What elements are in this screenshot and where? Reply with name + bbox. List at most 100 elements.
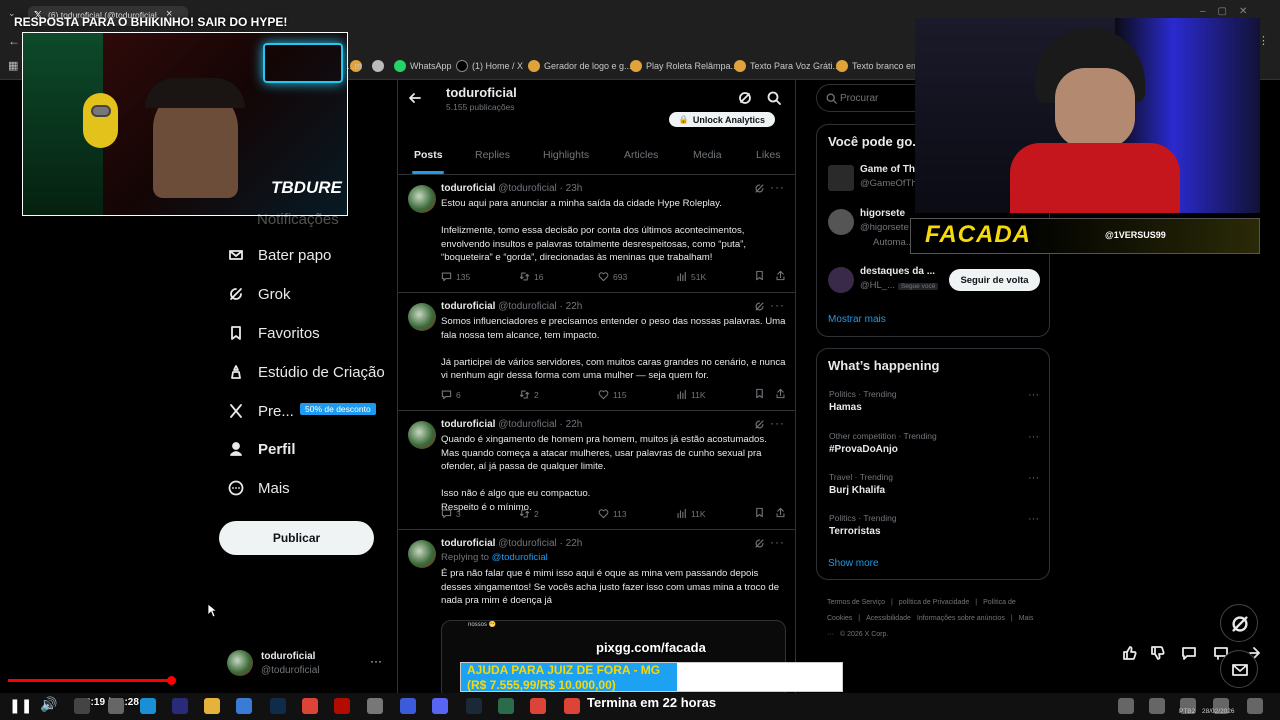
- monitor-icon[interactable]: [400, 698, 416, 714]
- tab-media[interactable]: Media: [693, 149, 722, 161]
- replies-button[interactable]: 135: [441, 271, 470, 282]
- tab-posts[interactable]: Posts: [414, 149, 443, 161]
- views-button[interactable]: 11K: [676, 508, 706, 519]
- captions-icon[interactable]: [1149, 698, 1165, 714]
- grok-icon[interactable]: [738, 91, 752, 105]
- like-video-icon[interactable]: [1122, 645, 1138, 661]
- nav-item-mais[interactable]: Mais: [228, 473, 290, 503]
- suggested-user-avatar[interactable]: [828, 165, 854, 191]
- nav-item-pre-[interactable]: Pre...: [228, 396, 294, 426]
- taskbar-date[interactable]: 28/02/2026: [1202, 708, 1235, 715]
- footer-link[interactable]: Acessibilidade: [866, 615, 911, 622]
- window-controls[interactable]: –▢✕: [1200, 6, 1259, 17]
- share-icon[interactable]: [775, 388, 786, 399]
- tweet-avatar[interactable]: [408, 303, 436, 331]
- bookmark-4[interactable]: Gerador de logo e g...: [544, 61, 632, 71]
- tweet-more-icon[interactable]: ···: [770, 180, 785, 194]
- chrome-icon-3[interactable]: [564, 698, 580, 714]
- file-explorer-icon[interactable]: [204, 698, 220, 714]
- nav-item-bater-papo[interactable]: Bater papo: [228, 240, 331, 270]
- terminal-icon[interactable]: [498, 698, 514, 714]
- tweet[interactable]: toduroficial @toduroficial · 23h ··· Estou…: [398, 175, 795, 293]
- discord-icon[interactable]: [432, 698, 448, 714]
- reposts-button[interactable]: 2: [519, 508, 539, 519]
- tab-articles[interactable]: Articles: [624, 149, 658, 161]
- tweet-author[interactable]: toduroficial @toduroficial · 22h: [441, 538, 582, 549]
- steam-icon[interactable]: [466, 698, 482, 714]
- search-icon[interactable]: [767, 91, 781, 105]
- grok-icon[interactable]: [754, 301, 765, 312]
- bookmark-0[interactable]: ...m: [347, 61, 362, 71]
- trend-item[interactable]: Politics · Trending Hamas ···: [817, 389, 1049, 425]
- bookmark-2[interactable]: WhatsApp: [410, 61, 452, 71]
- tweet-more-icon[interactable]: ···: [770, 298, 785, 312]
- unlock-analytics-button[interactable]: 🔒 Unlock Analytics: [669, 112, 775, 127]
- account-avatar[interactable]: [227, 650, 253, 676]
- tweet-avatar[interactable]: [408, 540, 436, 568]
- footer-link[interactable]: Informações sobre anúncios: [917, 615, 1005, 622]
- bookmark-icon[interactable]: [754, 507, 765, 518]
- widgets-icon[interactable]: [108, 698, 124, 714]
- bookmark-5[interactable]: Play Roleta Relâmpa...: [646, 61, 738, 71]
- tab-likes[interactable]: Likes: [756, 149, 781, 161]
- show-more-link[interactable]: Mostrar mais: [828, 314, 886, 325]
- search-box[interactable]: Procurar: [816, 84, 926, 112]
- views-button[interactable]: 51K: [676, 271, 706, 282]
- grok-icon[interactable]: [754, 419, 765, 430]
- views-button[interactable]: 11K: [676, 389, 706, 400]
- video-progress-knob[interactable]: [166, 676, 176, 685]
- nav-item-est-dio-de-cria-o[interactable]: Estúdio de Criação: [228, 357, 385, 387]
- tweet-author[interactable]: toduroficial @toduroficial · 22h: [441, 419, 582, 430]
- reposts-button[interactable]: 16: [519, 271, 543, 282]
- tweet[interactable]: toduroficial @toduroficial · 22h ··· Quand…: [398, 411, 795, 530]
- grok-icon[interactable]: [754, 538, 765, 549]
- store-icon[interactable]: [236, 698, 252, 714]
- tweet[interactable]: toduroficial @toduroficial · 22h ··· Somos…: [398, 293, 795, 411]
- tweet-author[interactable]: toduroficial @toduroficial · 22h: [441, 301, 582, 312]
- trend-item[interactable]: Other competition · Trending #ProvaDoAnjo…: [817, 431, 1049, 467]
- chrome-icon-2[interactable]: [530, 698, 546, 714]
- recorder-icon[interactable]: [367, 698, 383, 714]
- suggested-user-avatar[interactable]: [828, 267, 854, 293]
- back-arrow-icon[interactable]: [408, 91, 422, 105]
- likes-button[interactable]: 693: [598, 271, 627, 282]
- likes-button[interactable]: 115: [598, 389, 627, 400]
- fullscreen-icon[interactable]: [1247, 698, 1263, 714]
- trend-item[interactable]: Travel · Trending Burj Khalifa ···: [817, 472, 1049, 508]
- follow-back-button[interactable]: Seguir de volta: [949, 269, 1040, 291]
- nav-partial-item[interactable]: Notificações: [257, 211, 339, 228]
- trend-more-icon[interactable]: ···: [1028, 472, 1039, 484]
- volume-icon[interactable]: 🔊: [40, 696, 57, 713]
- grok-icon[interactable]: [754, 183, 765, 194]
- likes-button[interactable]: 113: [598, 508, 627, 519]
- bookmark-icon[interactable]: [754, 270, 765, 281]
- tweet-avatar[interactable]: [408, 421, 436, 449]
- grok-floating-button[interactable]: [1220, 604, 1258, 642]
- bookmark-3[interactable]: (1) Home / X: [472, 61, 523, 71]
- tweet-avatar[interactable]: [408, 185, 436, 213]
- bookmark-icon[interactable]: [754, 388, 765, 399]
- acrobat-icon[interactable]: [334, 698, 350, 714]
- nav-item-favoritos[interactable]: Favoritos: [228, 318, 320, 348]
- tab-replies[interactable]: Replies: [475, 149, 510, 161]
- wifi-icon[interactable]: [1118, 698, 1134, 714]
- footer-link[interactable]: Termos de Serviço: [827, 599, 885, 606]
- chrome-icon[interactable]: [302, 698, 318, 714]
- trend-item[interactable]: Politics · Trending Terroristas ···: [817, 513, 1049, 549]
- replies-button[interactable]: 3: [441, 508, 461, 519]
- nav-item-perfil[interactable]: Perfil: [228, 434, 296, 464]
- edge-icon[interactable]: [140, 698, 156, 714]
- photoshop-icon[interactable]: [270, 698, 286, 714]
- trend-more-icon[interactable]: ···: [1028, 389, 1039, 401]
- messages-floating-button[interactable]: [1220, 650, 1258, 688]
- premiere-icon[interactable]: [172, 698, 188, 714]
- reposts-button[interactable]: 2: [519, 389, 539, 400]
- suggested-user-name[interactable]: destaques da ...: [860, 266, 935, 277]
- replying-to-handle[interactable]: @toduroficial: [492, 552, 548, 563]
- account-more-icon[interactable]: ···: [370, 654, 382, 668]
- trends-show-more[interactable]: Show more: [828, 558, 879, 569]
- share-icon[interactable]: [775, 270, 786, 281]
- tab-highlights[interactable]: Highlights: [543, 149, 589, 161]
- tweet-more-icon[interactable]: ···: [770, 535, 785, 549]
- apps-grid-icon[interactable]: ▦: [8, 59, 18, 72]
